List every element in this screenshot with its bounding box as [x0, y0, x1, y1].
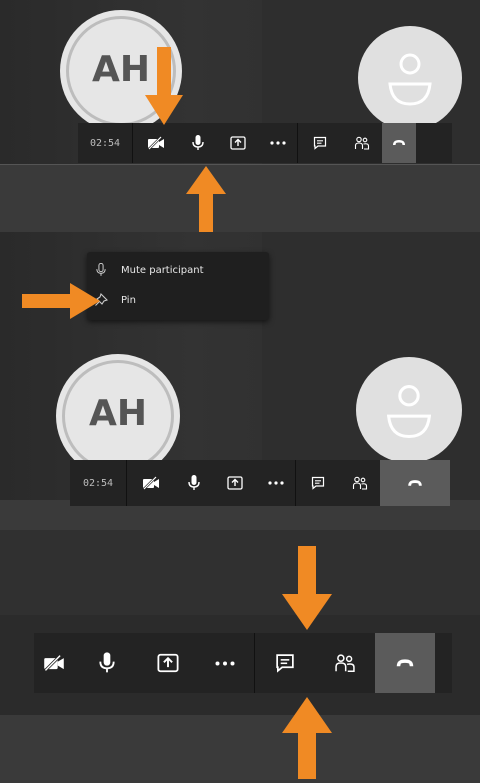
chat-icon	[313, 136, 327, 150]
chat-icon	[311, 476, 325, 490]
hang-up-icon	[393, 140, 405, 145]
hang-up-icon	[396, 658, 414, 666]
menu-item-label: Mute participant	[121, 264, 204, 276]
share-screen-icon	[230, 136, 246, 150]
participants-icon	[354, 136, 370, 150]
default-avatar	[356, 357, 462, 463]
share-screen-button[interactable]	[217, 123, 259, 163]
more-icon	[215, 661, 235, 665]
camera-toggle-button[interactable]	[133, 123, 179, 163]
camera-off-icon	[44, 654, 64, 672]
participants-icon	[335, 654, 355, 673]
hang-up-button[interactable]	[382, 123, 416, 163]
hang-up-icon	[408, 479, 422, 486]
participant-context-menu: Mute participant Pin	[87, 252, 269, 320]
more-icon	[270, 141, 286, 145]
chat-button[interactable]	[298, 123, 342, 163]
camera-toggle-button[interactable]	[127, 460, 175, 506]
share-screen-icon	[227, 476, 243, 490]
microphone-button[interactable]	[74, 633, 140, 693]
avatar-initials: AH	[89, 393, 147, 434]
hang-up-button[interactable]	[380, 460, 450, 506]
hang-up-button[interactable]	[375, 633, 435, 693]
divider	[0, 164, 480, 165]
share-screen-button[interactable]	[140, 633, 196, 693]
menu-item-pin[interactable]: Pin	[87, 285, 269, 315]
person-icon	[386, 385, 432, 439]
arrow-up-to-mic	[186, 166, 226, 238]
microphone-icon	[192, 135, 204, 150]
chat-icon	[276, 654, 294, 673]
call-timer: 02:54	[89, 137, 121, 149]
default-avatar	[358, 26, 462, 130]
camera-off-icon	[143, 476, 159, 490]
call-timer: 02:54	[82, 477, 114, 489]
call-toolbar-2: 02:54	[70, 460, 450, 506]
microphone-button[interactable]	[179, 123, 217, 163]
menu-item-mute-participant[interactable]: Mute participant	[87, 255, 269, 285]
call-toolbar-zoomed	[34, 633, 452, 693]
arrow-down-to-chat	[282, 546, 332, 630]
chat-button[interactable]	[296, 460, 340, 506]
participants-icon	[352, 476, 368, 490]
arrow-up-to-chat	[282, 697, 332, 779]
more-actions-button[interactable]	[257, 460, 295, 506]
call-toolbar-1: 02:54	[78, 123, 452, 163]
more-actions-button[interactable]	[259, 123, 297, 163]
more-actions-button[interactable]	[196, 633, 254, 693]
arrow-right-to-pin	[22, 283, 100, 319]
microphone-icon	[188, 475, 200, 490]
participants-button[interactable]	[342, 123, 382, 163]
microphone-button[interactable]	[175, 460, 213, 506]
camera-toggle-button[interactable]	[34, 633, 74, 693]
chat-button[interactable]	[255, 633, 315, 693]
more-icon	[268, 481, 284, 485]
share-screen-button[interactable]	[213, 460, 257, 506]
participants-button[interactable]	[315, 633, 375, 693]
avatar-ah: AH	[62, 360, 174, 472]
person-icon	[388, 53, 432, 106]
microphone-icon	[99, 652, 115, 673]
microphone-icon	[96, 263, 106, 276]
participants-button[interactable]	[340, 460, 380, 506]
arrow-down-to-camera	[145, 47, 183, 125]
share-screen-icon	[157, 653, 179, 673]
menu-item-label: Pin	[121, 294, 136, 306]
camera-off-icon	[148, 136, 164, 150]
